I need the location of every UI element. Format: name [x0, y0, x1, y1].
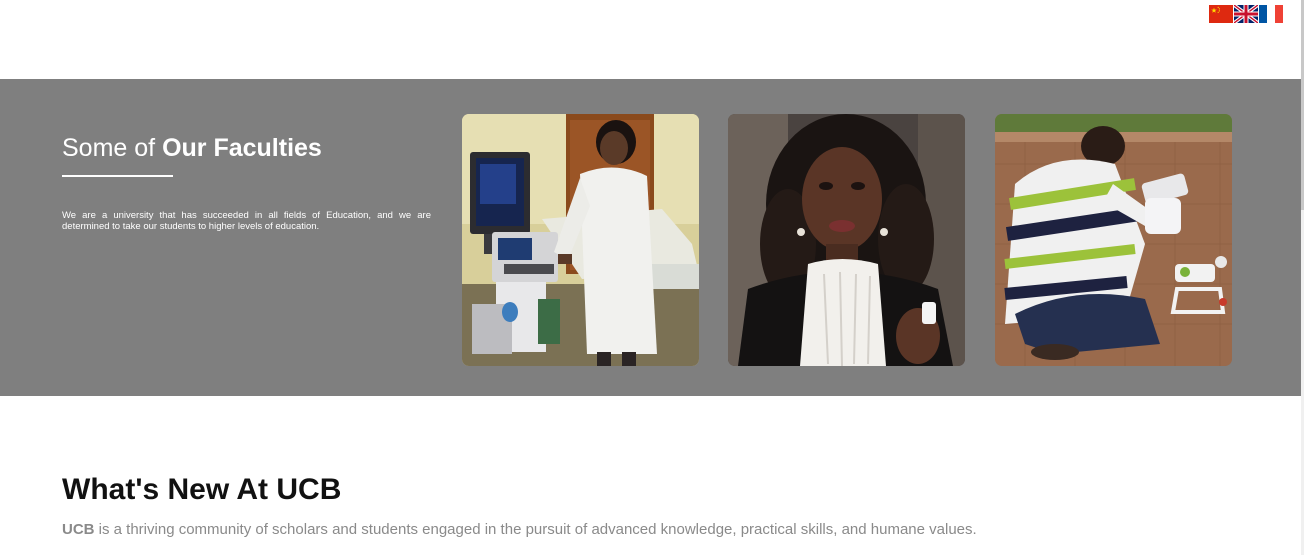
news-subtitle-text: is a thriving community of scholars and … — [94, 521, 977, 538]
faculties-description: We are a university that has succeeded i… — [62, 210, 431, 232]
faculties-heading-prefix: Some of — [62, 134, 163, 162]
language-selector — [1209, 5, 1283, 23]
heading-underline — [62, 175, 173, 177]
uk-flag-icon[interactable] — [1234, 5, 1258, 23]
faculties-heading: Some of Our Faculties — [62, 134, 322, 163]
china-flag-icon[interactable] — [1209, 5, 1233, 23]
faculty-engineering-drone-photo — [995, 114, 1232, 366]
page: Some of Our Faculties We are a universit… — [0, 0, 1304, 555]
faculties-heading-bold: Our Faculties — [162, 134, 322, 162]
faculty-card-medical[interactable] — [462, 114, 699, 366]
france-flag-icon[interactable] — [1259, 5, 1283, 23]
faculty-card-engineering[interactable] — [995, 114, 1232, 366]
faculty-law-graduate-photo — [728, 114, 965, 366]
faculty-medical-ultrasound-photo — [462, 114, 699, 366]
news-subtitle-bold: UCB — [62, 521, 95, 538]
news-title: What's New At UCB — [62, 473, 342, 506]
faculty-card-law[interactable] — [728, 114, 965, 366]
news-subtitle: UCB is a thriving community of scholars … — [62, 521, 977, 538]
faculties-section: Some of Our Faculties We are a universit… — [0, 79, 1301, 396]
